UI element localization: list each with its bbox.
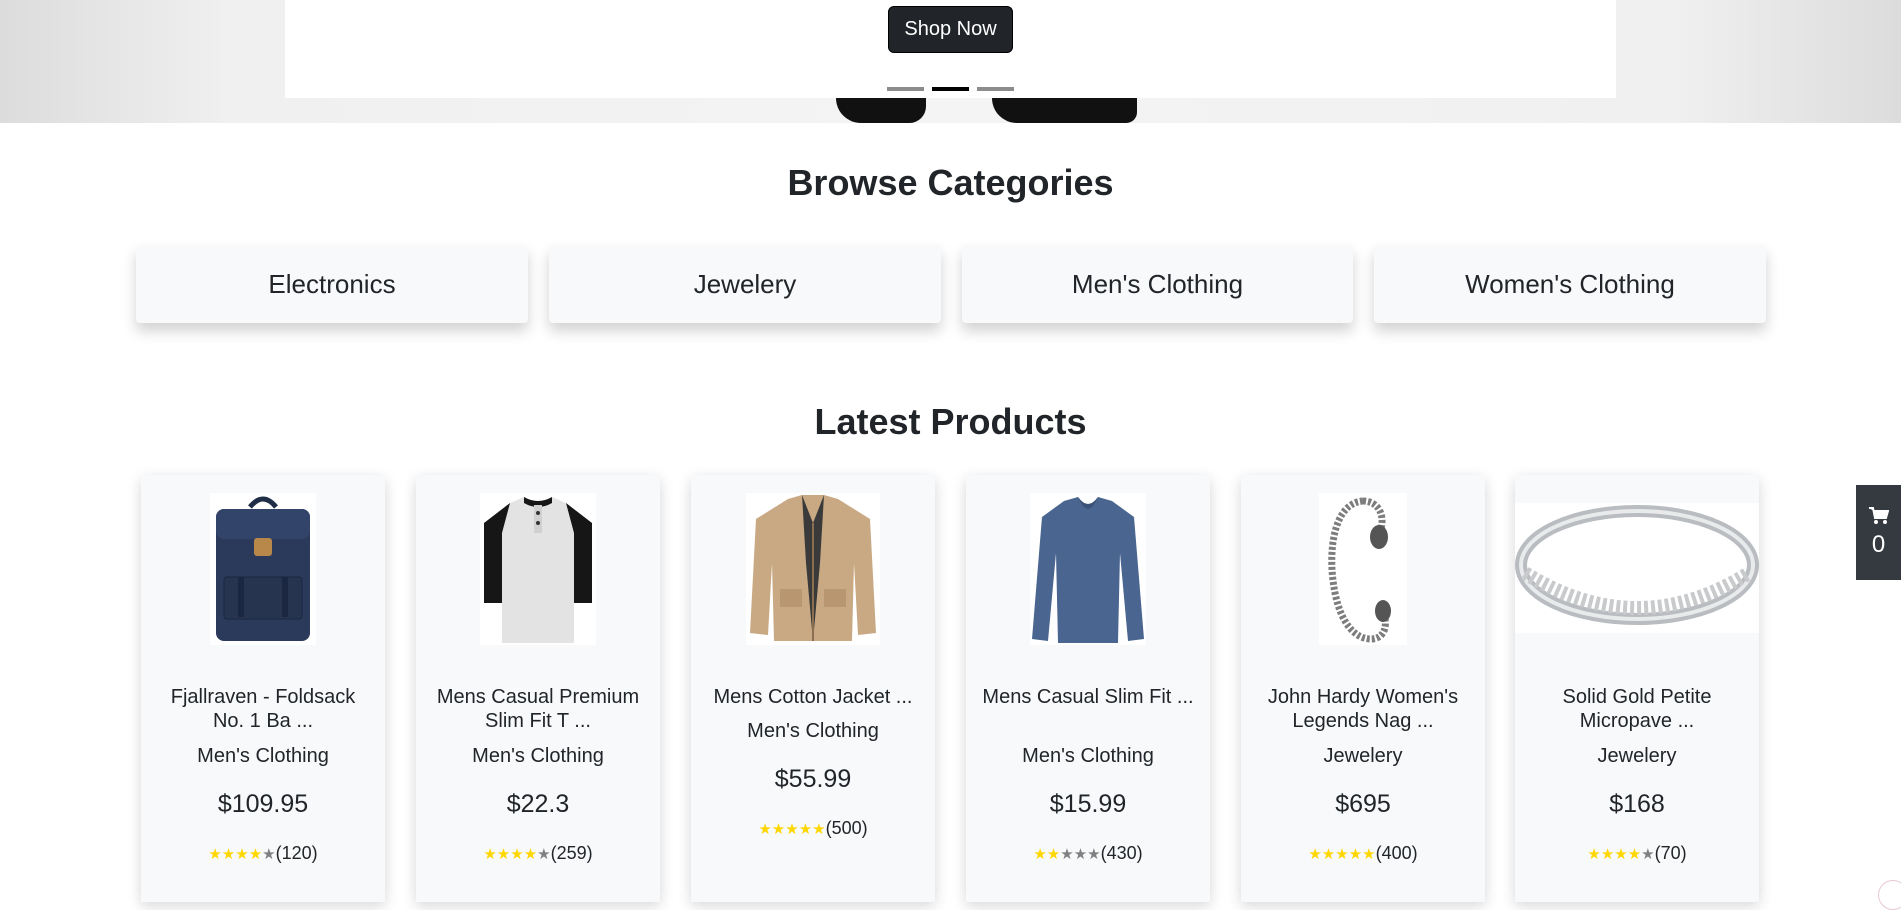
star-icon: ★ (1046, 846, 1061, 863)
product-card[interactable]: Mens Casual Slim Fit ... Men's Clothing … (966, 475, 1210, 902)
bracelet-image (1319, 493, 1407, 645)
product-rating: ★★★★★(259) (416, 843, 660, 864)
star-icon: ★ (208, 846, 222, 863)
category-electronics[interactable]: Electronics (136, 245, 528, 323)
star-rating: ★★★★★ (1587, 843, 1654, 863)
product-category: Jewelery (1597, 745, 1677, 767)
shop-now-button[interactable]: Shop Now (888, 6, 1013, 53)
product-category: Jewelery (1323, 745, 1403, 767)
star-icon: ★ (1087, 846, 1101, 863)
star-icon: ★ (798, 821, 813, 838)
carousel-indicator-active[interactable] (932, 87, 969, 91)
rating-count: (70) (1654, 843, 1687, 863)
product-price: $168 (1609, 790, 1665, 818)
star-icon: ★ (537, 846, 551, 863)
category-mens-clothing[interactable]: Men's Clothing (962, 245, 1353, 323)
product-card[interactable]: Solid Gold Petite Micropave ... Jewelery… (1515, 475, 1759, 902)
star-icon: ★ (221, 846, 236, 863)
latest-products-title: Latest Products (814, 401, 1087, 442)
product-name[interactable]: Mens Casual Slim Fit ... (978, 685, 1198, 709)
star-icon: ★ (758, 821, 772, 838)
star-icon: ★ (785, 821, 799, 838)
star-rating: ★★★★★ (1033, 843, 1100, 863)
cotton-jacket-image (746, 493, 880, 645)
star-icon: ★ (1348, 846, 1363, 863)
category-womens-clothing[interactable]: Women's Clothing (1374, 245, 1766, 323)
product-name[interactable]: John Hardy Women's Legends Nag ... (1253, 685, 1473, 733)
star-icon: ★ (262, 846, 276, 863)
star-icon: ★ (1641, 846, 1655, 863)
hero-model-image (836, 98, 1141, 123)
star-icon: ★ (1614, 846, 1628, 863)
product-rating: ★★★★★(120) (141, 843, 385, 864)
star-rating: ★★★★★ (758, 818, 825, 838)
product-card[interactable]: Mens Casual Premium Slim Fit T ... Men's… (416, 475, 660, 902)
cart-button[interactable]: 0 (1856, 485, 1901, 580)
star-icon: ★ (771, 821, 786, 838)
product-name[interactable]: Mens Casual Premium Slim Fit T ... (428, 685, 648, 733)
browse-categories-title: Browse Categories (787, 162, 1114, 203)
star-icon: ★ (1335, 846, 1349, 863)
star-icon: ★ (248, 846, 263, 863)
product-price: $22.3 (506, 790, 570, 818)
rating-count: (120) (275, 843, 318, 863)
chat-widget-icon[interactable] (1878, 880, 1901, 910)
product-rating: ★★★★★(430) (966, 843, 1210, 864)
ring-image (1515, 503, 1759, 633)
star-icon: ★ (523, 846, 538, 863)
category-jewelery[interactable]: Jewelery (549, 245, 941, 323)
product-name[interactable]: Mens Cotton Jacket ... (703, 685, 923, 709)
cart-count: 0 (1871, 530, 1886, 558)
star-icon: ★ (1587, 846, 1601, 863)
product-category: Men's Clothing (472, 745, 604, 767)
backpack-image (210, 493, 316, 645)
product-card[interactable]: John Hardy Women's Legends Nag ... Jewel… (1241, 475, 1485, 902)
cart-icon (1868, 506, 1889, 524)
rating-count: (259) (550, 843, 593, 863)
star-icon: ★ (1073, 846, 1088, 863)
product-category: Men's Clothing (1022, 745, 1154, 767)
star-icon: ★ (1308, 846, 1322, 863)
rating-count: (500) (825, 818, 868, 838)
product-price: $15.99 (1049, 790, 1127, 818)
rating-count: (400) (1375, 843, 1418, 863)
rating-count: (430) (1100, 843, 1143, 863)
product-category: Men's Clothing (197, 745, 329, 767)
product-name[interactable]: Solid Gold Petite Micropave ... (1527, 685, 1747, 733)
star-rating: ★★★★★ (1308, 843, 1375, 863)
star-icon: ★ (483, 846, 497, 863)
hero-banner: Shop Now (0, 0, 1901, 123)
star-icon: ★ (496, 846, 511, 863)
star-icon: ★ (1627, 846, 1642, 863)
product-card[interactable]: Mens Cotton Jacket ... Men's Clothing $5… (691, 475, 935, 902)
star-icon: ★ (1362, 846, 1376, 863)
product-rating: ★★★★★(70) (1515, 843, 1759, 864)
product-rating: ★★★★★(500) (691, 818, 935, 839)
product-name[interactable]: Fjallraven - Foldsack No. 1 Ba ... (153, 685, 373, 733)
carousel-indicators (887, 87, 1014, 91)
henley-tee-image (480, 493, 596, 645)
star-icon: ★ (1600, 846, 1615, 863)
star-icon: ★ (510, 846, 524, 863)
star-rating: ★★★★★ (208, 843, 275, 863)
product-rating: ★★★★★(400) (1241, 843, 1485, 864)
product-price: $695 (1335, 790, 1391, 818)
product-card[interactable]: Fjallraven - Foldsack No. 1 Ba ... Men's… (141, 475, 385, 902)
product-category: Men's Clothing (747, 720, 879, 742)
star-icon: ★ (812, 821, 826, 838)
product-price: $109.95 (217, 790, 309, 818)
star-rating: ★★★★★ (483, 843, 550, 863)
carousel-indicator[interactable] (887, 87, 924, 91)
star-icon: ★ (235, 846, 249, 863)
star-icon: ★ (1060, 846, 1074, 863)
carousel-indicator[interactable] (977, 87, 1014, 91)
star-icon: ★ (1033, 846, 1047, 863)
star-icon: ★ (1321, 846, 1336, 863)
long-sleeve-tee-image (1030, 493, 1146, 645)
product-price: $55.99 (774, 765, 852, 793)
